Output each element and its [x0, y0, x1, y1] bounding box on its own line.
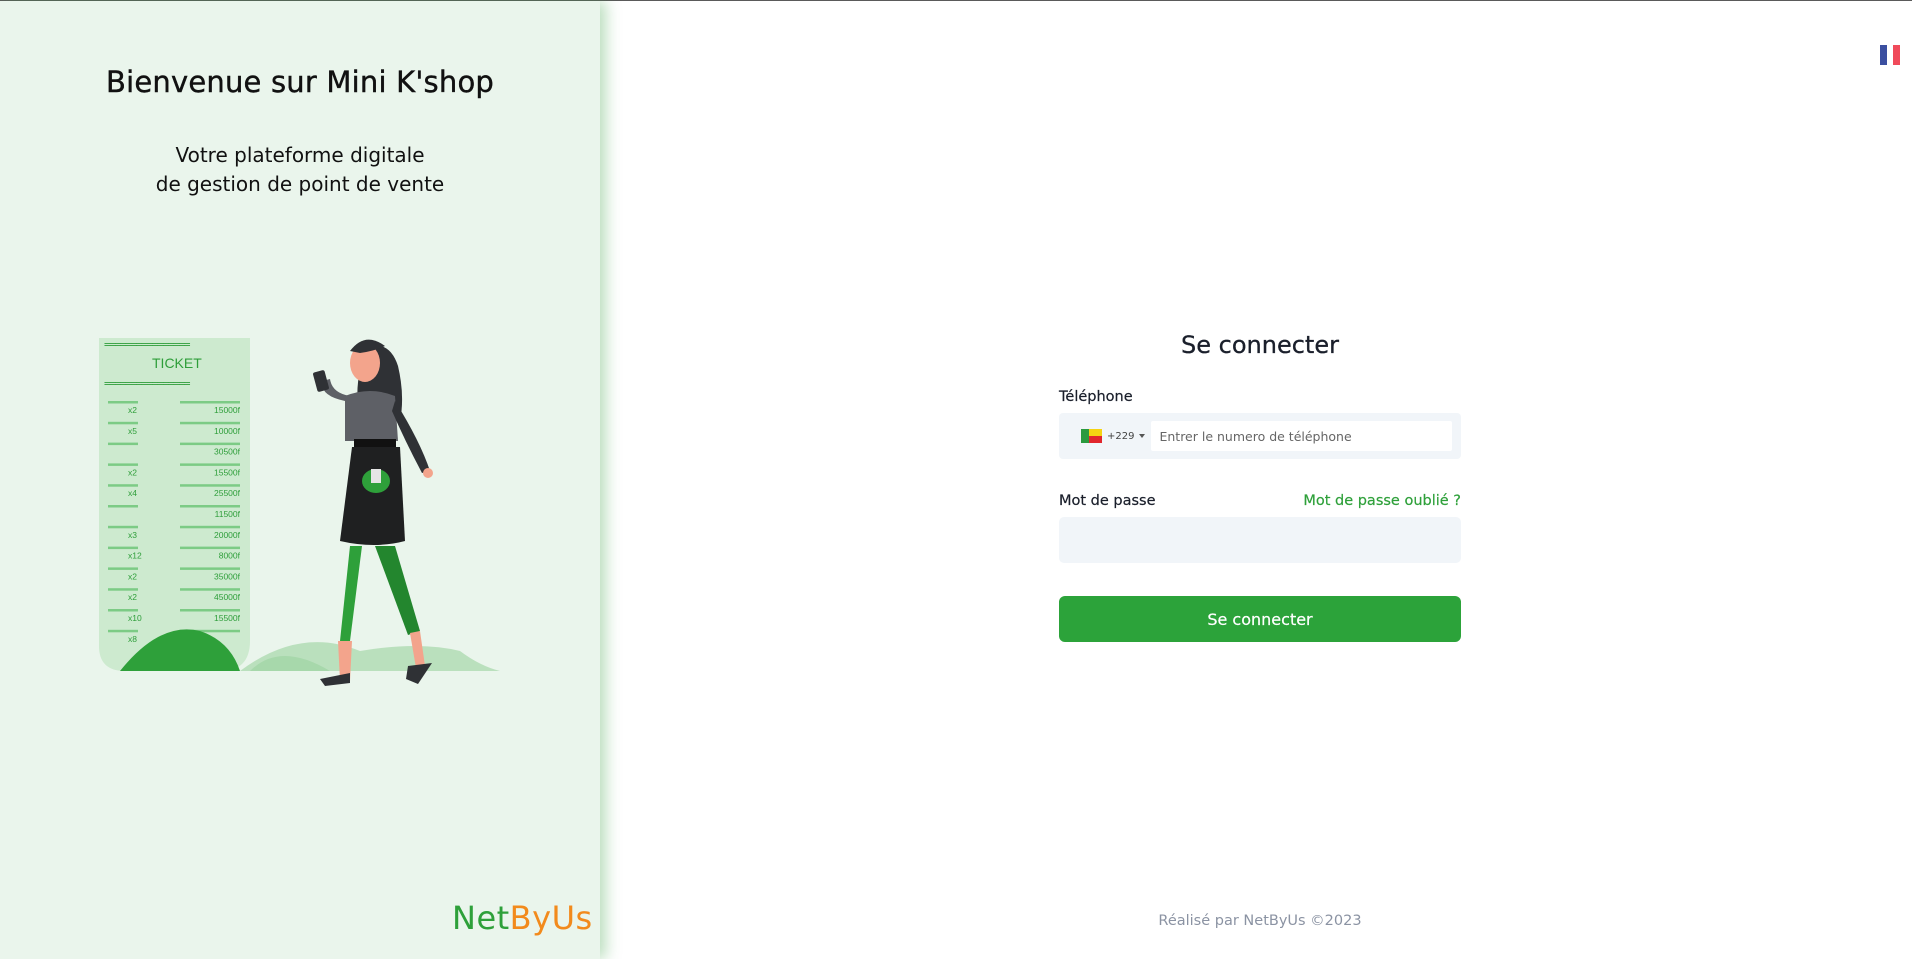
ticket-amount: 35000f [214, 571, 241, 581]
ticket-amount: 8000f [219, 551, 241, 561]
ticket-amount: 10000f [214, 426, 241, 436]
ticket-line [108, 629, 138, 633]
welcome-title: Bienvenue sur Mini K'shop [106, 65, 494, 99]
footer-credits: Réalisé par NetByUs ©2023 [1158, 913, 1362, 929]
ticket-line [108, 567, 138, 570]
ticket-title: TICKET [152, 355, 202, 371]
dial-code: +229 [1107, 430, 1135, 442]
ticket-quantity: x3 [128, 530, 137, 540]
ticket-quantity: x2 [128, 467, 137, 477]
country-code-select[interactable]: +229 [1081, 429, 1146, 443]
ticket-separator-top: ================ [104, 338, 191, 351]
phone-input[interactable] [1151, 421, 1452, 451]
chevron-down-icon [1139, 434, 1146, 438]
ticket-quantity: x12 [128, 551, 142, 561]
ticket-quantity: x5 [128, 426, 137, 436]
ticket-line [108, 442, 138, 446]
ticket-amount: 20000f [214, 530, 241, 540]
ticket-line [108, 401, 138, 404]
ticket-quantity: x2 [128, 571, 137, 581]
subtitle-line-1: Votre plateforme digitale [175, 143, 425, 167]
receipt-ticket: ================ TICKET ================… [99, 338, 250, 671]
ticket-line [180, 421, 240, 425]
forgot-password-link[interactable]: Mot de passe oublié ? [1303, 493, 1461, 509]
login-button[interactable]: Se connecter [1059, 596, 1461, 642]
netbyus-logo: NetByUs [452, 899, 593, 937]
language-switch-fr-flag-icon[interactable] [1880, 45, 1901, 65]
ticket-line [108, 609, 138, 612]
ticket-quantity: x2 [128, 592, 137, 602]
ticket-quantity: x2 [128, 405, 137, 415]
ticket-amount: 15500f [214, 467, 241, 477]
ticket-amount: 15500f [214, 613, 241, 623]
ticket-line [108, 463, 138, 466]
subtitle-line-2: de gestion de point de vente [155, 172, 445, 196]
ticket-line [180, 401, 240, 404]
ticket-line [180, 505, 240, 508]
ticket-amount: 11500f [215, 509, 241, 519]
welcome-panel: Bienvenue sur Mini K'shop Votre platefor… [0, 1, 600, 959]
login-title: Se connecter [1181, 331, 1339, 359]
ticket-line [180, 588, 240, 591]
welcome-subtitle: Votre plateforme digitale de gestion de … [0, 141, 600, 199]
ticket-amount: 45000f [214, 592, 241, 602]
ticket-line [108, 546, 138, 550]
ticket-line [108, 484, 138, 487]
logo-text-net: Net [452, 899, 510, 937]
ticket-line [108, 525, 138, 529]
phone-field: +229 [1059, 413, 1461, 459]
ticket-separator-bottom: ================ [104, 377, 191, 390]
ticket-line [108, 505, 138, 508]
ticket-line [180, 567, 240, 570]
benin-flag-icon [1081, 429, 1102, 443]
ticket-line [180, 546, 240, 550]
ticket-quantity: x4 [128, 488, 137, 498]
password-label: Mot de passe [1059, 493, 1156, 509]
ticket-amount: 15000f [214, 405, 241, 415]
password-input[interactable] [1059, 517, 1461, 563]
logo-text-byus: ByUs [509, 899, 593, 937]
woman-figure [313, 339, 433, 686]
ticket-line [108, 421, 138, 425]
login-form: Se connecter Téléphone +229 Mot de passe… [1059, 331, 1461, 642]
ticket-line [180, 609, 240, 612]
ticket-line [180, 442, 240, 446]
cashier-illustration: ================ TICKET ================… [99, 338, 500, 686]
ticket-line [180, 525, 240, 529]
ticket-quantity: x10 [128, 613, 142, 623]
ticket-quantity: x8 [128, 634, 137, 644]
phone-label: Téléphone [1059, 389, 1133, 405]
password-label-row: Mot de passe Mot de passe oublié ? [1059, 493, 1461, 509]
ticket-amount: 30500f [214, 447, 241, 457]
ticket-amount: 25500f [214, 488, 241, 498]
ticket-line [180, 484, 240, 487]
ticket-line [108, 588, 138, 591]
ticket-line [180, 463, 240, 466]
